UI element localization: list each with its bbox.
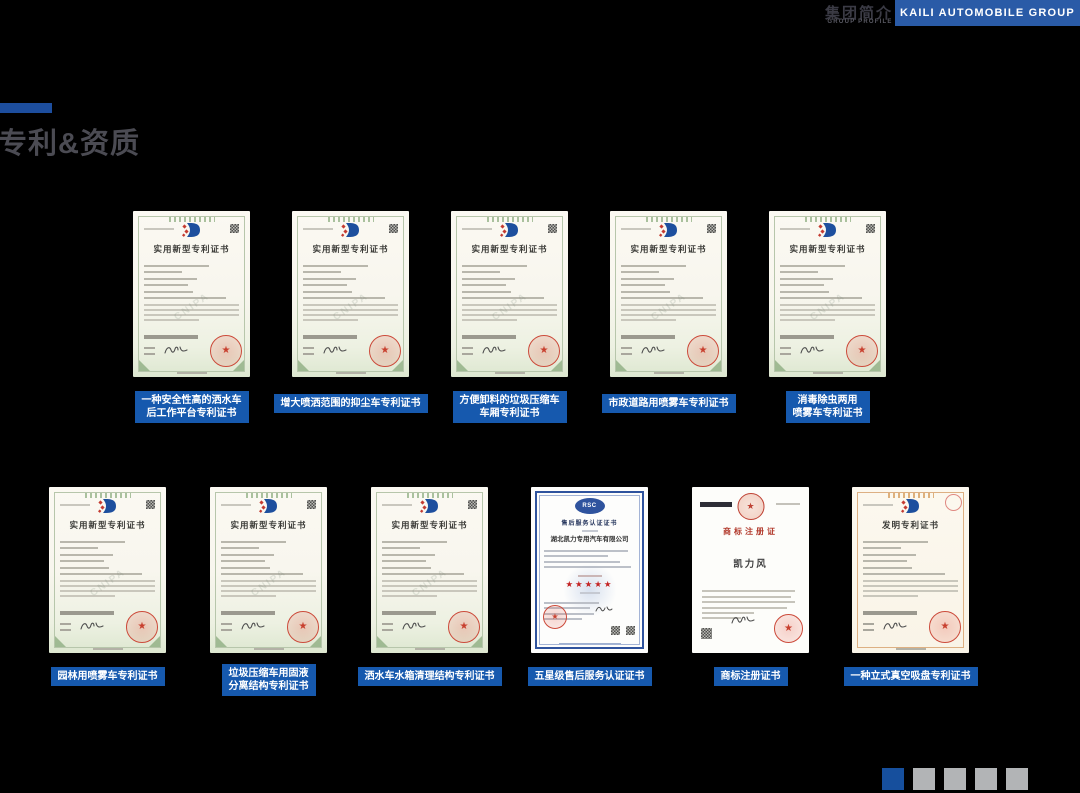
certificate-title: 实用新型专利证书 — [292, 244, 409, 254]
certificate-card: ★ 商标注册证 凯力风 ★ 商标注册证书 — [692, 487, 809, 715]
service-certification-certificate: RSC 售后服务认证证书 湖北凯力专用汽车有限公司 ★★★★★ ★ — [531, 487, 648, 653]
certificate-title: 实用新型专利证书 — [210, 520, 327, 530]
page-title: 专利&资质 — [0, 120, 140, 162]
pagination-dot-3[interactable] — [944, 768, 966, 790]
qr-code-icon — [548, 224, 557, 233]
utility-patent-certificate: 实用新型专利证书 ★ CNIPA — [133, 211, 250, 377]
pagination-dot-1[interactable] — [882, 768, 904, 790]
qr-code-icon — [230, 224, 239, 233]
qr-code-icon — [707, 224, 716, 233]
certificate-label: 垃圾压缩车用固液分离结构专利证书 — [222, 664, 316, 696]
pagination-dot-4[interactable] — [975, 768, 997, 790]
signature-icon — [799, 343, 825, 361]
qr-code-icon — [389, 224, 398, 233]
signature-icon — [79, 619, 105, 637]
utility-patent-certificate: 实用新型专利证书 ★ CNIPA — [610, 211, 727, 377]
brand-banner: KAILI AUTOMOBILE GROUP — [895, 0, 1080, 26]
signature-icon — [882, 619, 908, 637]
red-seal-icon: ★ — [929, 611, 961, 643]
cnipa-logo-icon — [818, 222, 838, 243]
signature-icon — [481, 343, 507, 361]
certificate-label: 五星级售后服务认证证书 — [528, 667, 652, 686]
cnipa-logo-icon — [182, 222, 202, 243]
utility-patent-certificate: 实用新型专利证书 ★ CNIPA — [451, 211, 568, 377]
certificate-card: RSC 售后服务认证证书 湖北凯力专用汽车有限公司 ★★★★★ ★ 五星级售后服… — [531, 487, 648, 715]
five-stars: ★★★★★ — [531, 579, 648, 590]
slide: 集团简介 GROUP PROFILE KAILI AUTOMOBILE GROU… — [0, 0, 1080, 793]
certificate-card: 实用新型专利证书 ★ CNIPA 洒水车水箱清理结构专利证书 — [371, 487, 488, 715]
signature-icon — [640, 343, 666, 361]
qr-code-icon — [626, 626, 635, 635]
utility-patent-certificate: 实用新型专利证书 ★ CNIPA — [49, 487, 166, 653]
national-emblem-icon: ★ — [737, 493, 764, 520]
trademark-name: 凯力风 — [692, 559, 809, 570]
qr-code-icon — [866, 224, 875, 233]
certificate-card: 实用新型专利证书 ★ CNIPA 消毒除虫两用喷雾车专利证书 — [769, 211, 886, 439]
red-seal-icon: ★ — [774, 614, 803, 643]
certificate-label: 消毒除虫两用喷雾车专利证书 — [786, 391, 870, 423]
section-subtitle: GROUP PROFILE — [827, 19, 893, 25]
certificate-label: 一种安全性高的洒水车后工作平台专利证书 — [135, 391, 249, 423]
certificate-card: 实用新型专利证书 ★ CNIPA 一种安全性高的洒水车后工作平台专利证书 — [133, 211, 250, 439]
certificate-title: 实用新型专利证书 — [49, 520, 166, 530]
signature-icon — [322, 343, 348, 361]
qr-code-icon — [701, 628, 712, 639]
certificate-title: 售后服务认证证书 — [531, 520, 648, 528]
signature-icon — [240, 619, 266, 637]
signature-icon — [594, 601, 614, 619]
certificate-label: 市政道路用喷雾车专利证书 — [602, 394, 736, 413]
certificate-label: 方便卸料的垃圾压缩车车厢专利证书 — [453, 391, 567, 423]
certificate-title: 发明专利证书 — [852, 520, 969, 530]
carousel-pagination — [882, 768, 1028, 790]
certificate-label: 洒水车水箱清理结构专利证书 — [358, 667, 502, 686]
utility-patent-certificate: 实用新型专利证书 ★ CNIPA — [292, 211, 409, 377]
title-accent-bar — [0, 103, 52, 113]
cnipa-logo-icon — [259, 498, 279, 519]
certificate-title: 实用新型专利证书 — [371, 520, 488, 530]
cnipa-logo-icon — [420, 498, 440, 519]
utility-patent-certificate: 实用新型专利证书 ★ CNIPA — [371, 487, 488, 653]
certificate-title: 实用新型专利证书 — [451, 244, 568, 254]
signature-icon — [401, 619, 427, 637]
certificate-title: 商标注册证 — [692, 527, 809, 537]
certificate-label: 增大喷洒范围的抑尘车专利证书 — [274, 394, 428, 413]
cnipa-logo-icon — [98, 498, 118, 519]
qr-code-icon — [146, 500, 155, 509]
rsc-logo-icon: RSC — [575, 498, 605, 514]
red-seal-icon: ★ — [543, 605, 567, 629]
pagination-dot-5[interactable] — [1006, 768, 1028, 790]
invention-patent-certificate: 发明专利证书 ★ — [852, 487, 969, 653]
pagination-dot-2[interactable] — [913, 768, 935, 790]
company-name: 湖北凯力专用汽车有限公司 — [531, 536, 648, 544]
utility-patent-certificate: 实用新型专利证书 ★ CNIPA — [210, 487, 327, 653]
certificate-card: 实用新型专利证书 ★ CNIPA 垃圾压缩车用固液分离结构专利证书 — [210, 487, 327, 715]
certificate-label: 一种立式真空吸盘专利证书 — [844, 667, 978, 686]
cnipa-logo-icon — [500, 222, 520, 243]
certificate-title: 实用新型专利证书 — [610, 244, 727, 254]
certificate-card: 发明专利证书 ★ 一种立式真空吸盘专利证书 — [852, 487, 969, 715]
certificate-card: 实用新型专利证书 ★ CNIPA 方便卸料的垃圾压缩车车厢专利证书 — [451, 211, 568, 439]
qr-code-icon — [307, 500, 316, 509]
certificate-label: 商标注册证书 — [714, 667, 788, 686]
cnipa-logo-icon — [341, 222, 361, 243]
certificate-text-lines — [863, 536, 958, 600]
trademark-certificate: ★ 商标注册证 凯力风 ★ — [692, 487, 809, 653]
qr-code-icon — [611, 626, 620, 635]
utility-patent-certificate: 实用新型专利证书 ★ CNIPA — [769, 211, 886, 377]
signature-icon — [163, 343, 189, 361]
certificate-title: 实用新型专利证书 — [133, 244, 250, 254]
certificate-title: 实用新型专利证书 — [769, 244, 886, 254]
certificate-card: 实用新型专利证书 ★ CNIPA 增大喷洒范围的抑尘车专利证书 — [292, 211, 409, 439]
red-stamp-icon — [945, 494, 962, 511]
cnipa-logo-icon — [901, 498, 921, 519]
cnipa-logo-icon — [659, 222, 679, 243]
qr-code-icon — [468, 500, 477, 509]
certificate-label: 园林用喷雾车专利证书 — [51, 667, 165, 686]
certificate-card: 实用新型专利证书 ★ CNIPA 园林用喷雾车专利证书 — [49, 487, 166, 715]
signature-icon — [730, 613, 756, 631]
certificate-card: 实用新型专利证书 ★ CNIPA 市政道路用喷雾车专利证书 — [610, 211, 727, 439]
